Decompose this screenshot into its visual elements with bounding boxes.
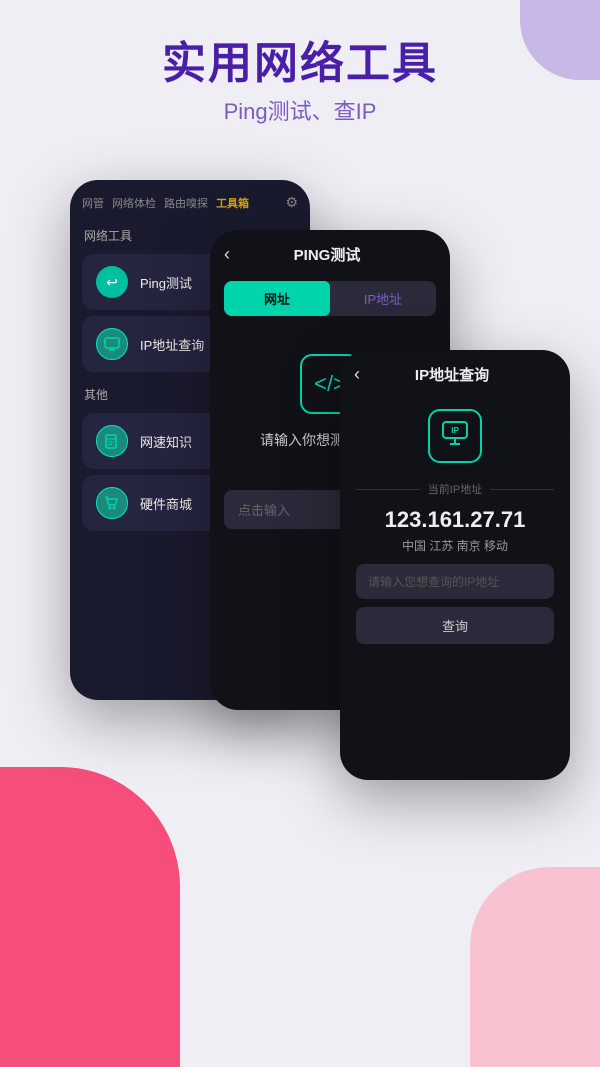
tab-url[interactable]: 网址 [224,281,330,316]
nav-bar: 网管 网络体检 路由嗅探 工具箱 ⚙ [70,180,310,219]
page-title: 实用网络工具 [20,40,580,88]
nav-item-wangguan[interactable]: 网管 [82,195,104,211]
header-section: 实用网络工具 Ping测试、查IP [0,0,600,146]
gear-icon[interactable]: ⚙ [285,194,298,211]
nav-item-toolbox[interactable]: 工具箱 [216,195,249,211]
shop-icon [96,487,128,519]
page-subtitle: Ping测试、查IP [20,94,580,126]
ip-monitor-icon: IP [441,419,469,453]
tab-ip[interactable]: IP地址 [330,281,436,316]
ping-title: PING测试 [238,244,416,265]
ip-title: IP地址查询 [368,364,536,385]
ip-location-text: 中国 江苏 南京 移动 [402,537,508,554]
ip-search-input[interactable]: 请输入您想查询的IP地址 [356,564,554,599]
nav-item-jianche[interactable]: 网络体检 [112,195,156,211]
ping-tab-bar: 网址 IP地址 [224,281,436,316]
knowledge-icon [96,425,128,457]
ping-back-icon[interactable]: ‹ [224,244,230,265]
ip-content: IP 当前IP地址 123.161.27.71 中国 江苏 南京 移动 请输入您… [340,393,570,656]
phones-area: 网管 网络体检 路由嗅探 工具箱 ⚙ 网络工具 ↩ Ping测试 › IP地址查… [50,150,580,1067]
ip-divider: 当前IP地址 [356,481,554,497]
ip-back-icon[interactable]: ‹ [354,364,360,385]
ping-header: ‹ PING测试 [210,230,450,273]
ip-header: ‹ IP地址查询 [340,350,570,393]
ip-divider-label: 当前IP地址 [428,481,482,497]
nav-item-luyou[interactable]: 路由嗅探 [164,195,208,211]
ip-query-button[interactable]: 查询 [356,607,554,644]
ip-address-value: 123.161.27.71 [385,507,526,533]
svg-text:IP: IP [451,426,459,435]
ip-divider-line-right [490,489,554,490]
ip-query-icon [96,328,128,360]
phone-ip-lookup: ‹ IP地址查询 IP 当前IP地址 123.161.27. [340,350,570,780]
ip-divider-line-left [356,489,420,490]
ip-monitor-icon-box: IP [428,409,482,463]
ping-icon: ↩ [96,266,128,298]
